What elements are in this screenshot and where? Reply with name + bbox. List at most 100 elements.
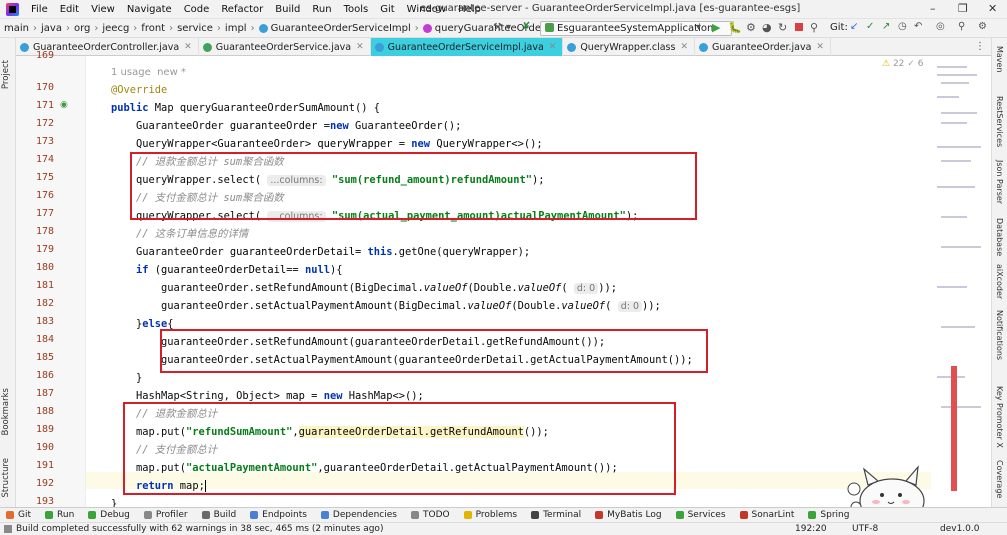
debug-icon[interactable]: 🐛 — [728, 21, 742, 34]
database-tool-button[interactable]: Database — [995, 218, 1004, 256]
stop-icon[interactable] — [795, 23, 803, 31]
breadcrumb-org[interactable]: org › — [74, 23, 102, 34]
settings-gear-icon[interactable]: ⚙ — [978, 21, 987, 32]
breadcrumb-service[interactable]: service › — [177, 23, 225, 34]
caret-position[interactable]: 192:20 — [795, 524, 827, 534]
code-line-171: public Map queryGuaranteeOrderSumAmount(… — [111, 102, 381, 114]
menu-tools[interactable]: Tools — [338, 4, 375, 15]
dropdown-arrow-icon[interactable]: ▾ — [506, 22, 511, 33]
hammer-icon[interactable]: ⚒ — [493, 22, 502, 33]
minimize-icon[interactable]: – — [930, 2, 936, 15]
todo-tool-button[interactable]: TODO — [405, 510, 458, 520]
tab-guarantee-order-service-impl[interactable]: GuaranteeOrderServiceImpl.java ✕ — [370, 38, 564, 56]
tab-guarantee-order[interactable]: GuaranteeOrder.java ✕ — [695, 38, 831, 56]
endpoints-tool-button[interactable]: Endpoints — [244, 510, 315, 520]
close-tab-icon[interactable]: ✕ — [549, 39, 557, 56]
menu-git[interactable]: Git — [374, 4, 400, 15]
git-update-icon[interactable]: ↙ — [850, 21, 858, 32]
breadcrumb-java[interactable]: java › — [41, 23, 74, 34]
breadcrumb-front[interactable]: front › — [141, 23, 177, 34]
sonarlint-tool-button[interactable]: SonarLint — [734, 510, 803, 520]
debug-tool-button[interactable]: Debug — [82, 510, 138, 520]
close-tab-icon[interactable]: ✕ — [356, 39, 364, 56]
class-icon — [567, 42, 577, 52]
intellij-logo-icon — [6, 2, 19, 16]
menu-run[interactable]: Run — [306, 4, 337, 15]
breadcrumb-jeecg[interactable]: jeecg › — [102, 23, 141, 34]
breadcrumb-impl[interactable]: impl › — [225, 23, 259, 34]
mybatis-log-tool-button[interactable]: MyBatis Log — [589, 510, 669, 520]
menu-navigate[interactable]: Navigate — [121, 4, 178, 15]
git-tool-button[interactable]: Git — [0, 510, 39, 520]
problems-tool-button[interactable]: Problems — [458, 510, 525, 520]
bookmarks-tool-button[interactable]: Bookmarks — [1, 388, 11, 436]
code-line-180: if (guaranteeOrderDetail== null){ — [136, 264, 343, 276]
editor-minimap[interactable] — [931, 56, 991, 507]
maven-tool-button[interactable]: Maven — [995, 46, 1004, 73]
code-editor[interactable]: ⚠ 22 ✓ 6 1 usage new * @Override public … — [86, 56, 931, 510]
close-tab-icon[interactable]: ✕ — [816, 39, 824, 56]
line-number: 192 — [35, 478, 54, 489]
reload-icon[interactable]: ↻ — [778, 21, 787, 34]
terminal-tool-button[interactable]: Terminal — [525, 510, 589, 520]
profiler-icon[interactable]: ◕ — [762, 21, 772, 34]
dependencies-tool-button[interactable]: Dependencies — [315, 510, 405, 520]
close-tab-icon[interactable]: ✕ — [680, 39, 688, 56]
line-number: 174 — [35, 154, 54, 165]
search-everywhere-icon[interactable]: ⚲ — [810, 21, 818, 34]
git-commit-icon[interactable]: ✓ — [866, 21, 874, 32]
spring-tool-button[interactable]: Spring — [802, 510, 857, 520]
coverage-icon[interactable]: ⚙ — [746, 21, 756, 34]
close-tab-icon[interactable]: ✕ — [184, 39, 192, 56]
git-push-icon[interactable]: ↗ — [882, 21, 890, 32]
status-message[interactable]: Build completed successfully with 62 war… — [16, 524, 383, 534]
coverage-tool-button[interactable]: Coverage — [995, 460, 1004, 498]
tab-query-wrapper[interactable]: QueryWrapper.class ✕ — [563, 38, 695, 56]
build-icon[interactable]: ✘ — [522, 21, 530, 32]
rollback-icon[interactable]: ↶ — [914, 21, 922, 32]
file-encoding[interactable]: UTF-8 — [852, 524, 878, 534]
maximize-icon[interactable]: ❐ — [958, 2, 968, 15]
notifications-tool-button[interactable]: Notifications — [995, 310, 1004, 360]
override-gutter-icon[interactable]: ◉ — [60, 100, 68, 110]
key-promoter-tool-button[interactable]: Key Promoter X — [995, 386, 1004, 448]
menu-refactor[interactable]: Refactor — [215, 4, 269, 15]
search-icon[interactable]: ⚲ — [958, 21, 965, 32]
close-icon[interactable]: ✕ — [988, 2, 997, 15]
profiler-tool-button[interactable]: Profiler — [138, 510, 196, 520]
menu-file[interactable]: File — [25, 4, 54, 15]
line-number: 179 — [35, 244, 54, 255]
breadcrumb-class[interactable]: GuaranteeOrderServiceImpl › — [258, 23, 423, 34]
menu-code[interactable]: Code — [178, 4, 216, 15]
method-icon — [422, 23, 432, 33]
usage-hint[interactable]: 1 usage new * — [111, 64, 186, 82]
code-line-186: } — [136, 372, 143, 384]
structure-tool-button[interactable]: Structure — [1, 458, 11, 498]
tab-list-icon[interactable]: ⋮ — [975, 41, 985, 52]
line-number-gutter: 169 170 171 ◉ 172 173 174 175 176 177 17… — [16, 50, 86, 507]
minimap-viewport-marker[interactable] — [951, 366, 957, 491]
build-tool-button[interactable]: Build — [196, 510, 245, 520]
menu-view[interactable]: View — [85, 4, 121, 15]
editor-tab-bar: GuaranteeOrderController.java ✕ Guarantee… — [0, 38, 1007, 56]
translate-icon[interactable]: ◎ — [936, 21, 945, 32]
breadcrumb-main[interactable]: main › — [4, 23, 41, 34]
run-tool-button[interactable]: Run — [39, 510, 82, 520]
line-number: 181 — [35, 280, 54, 291]
git-history-icon[interactable]: ◷ — [898, 21, 907, 32]
menu-build[interactable]: Build — [269, 4, 306, 15]
git-branch[interactable]: dev1.0.0 — [940, 524, 979, 534]
restservices-tool-button[interactable]: RestServices — [995, 96, 1004, 147]
chevron-down-icon[interactable]: ▾ — [696, 22, 701, 33]
build-status-icon — [4, 525, 12, 533]
json-parser-tool-button[interactable]: Json Parser — [995, 160, 1004, 204]
project-tool-button[interactable]: Project — [1, 60, 11, 89]
inspection-widget[interactable]: ⚠ 22 ✓ 6 — [882, 59, 923, 69]
line-number: 176 — [35, 190, 54, 201]
services-tool-button[interactable]: Services — [670, 510, 734, 520]
tab-guarantee-order-service[interactable]: GuaranteeOrderService.java ✕ — [199, 38, 371, 56]
menu-edit[interactable]: Edit — [54, 4, 85, 15]
aixcoder-tool-button[interactable]: aiXcoder — [995, 264, 1004, 299]
run-configuration-select[interactable]: EsguaranteeSystemApplication — [540, 21, 733, 36]
run-icon[interactable]: ▶ — [712, 21, 720, 34]
